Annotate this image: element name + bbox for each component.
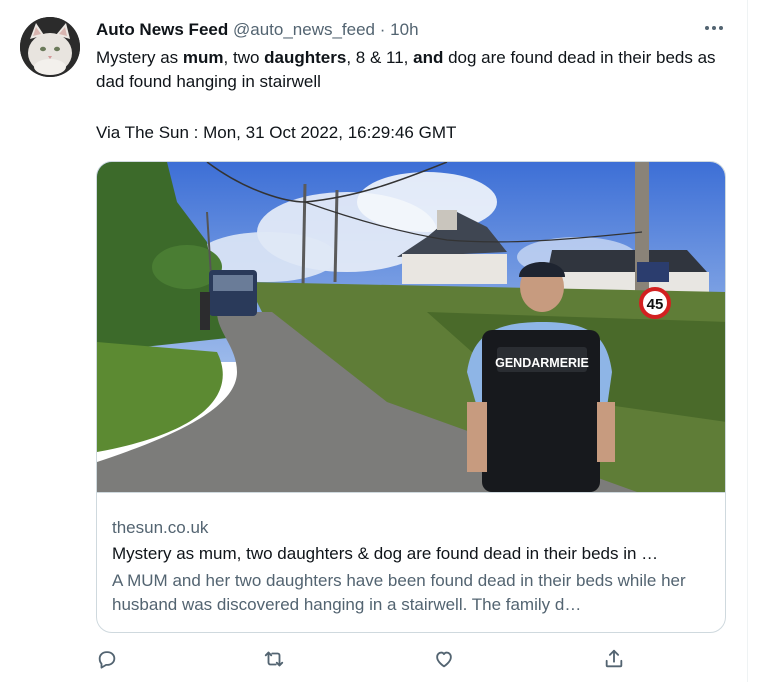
- cat-avatar-image: [20, 17, 80, 77]
- tweet-via-line: Via The Sun : Mon, 31 Oct 2022, 16:29:46…: [96, 123, 457, 142]
- tweet-text-part: Mystery as: [96, 48, 183, 67]
- more-icon[interactable]: [705, 17, 723, 39]
- retweet-icon[interactable]: [263, 648, 287, 672]
- tweet-text-part: , 8 & 11,: [346, 48, 414, 67]
- author-name[interactable]: Auto News Feed: [96, 20, 228, 39]
- tweet-actions: [96, 648, 726, 676]
- share-icon[interactable]: [603, 648, 627, 672]
- reply-icon[interactable]: [96, 648, 120, 672]
- author-handle[interactable]: @auto_news_feed: [233, 20, 375, 39]
- separator-dot: ·: [379, 20, 386, 39]
- like-icon[interactable]: [433, 648, 457, 672]
- tweet[interactable]: Auto News Feed @auto_news_feed · 10h Mys…: [0, 0, 748, 682]
- avatar[interactable]: [20, 17, 80, 77]
- link-card[interactable]: 45 GENDARMERIE thesun.co.uk Mystery as m…: [96, 161, 726, 633]
- card-meta: thesun.co.uk Mystery as mum, two daughte…: [97, 492, 725, 632]
- tweet-text: Mystery as mum, two daughters, 8 & 11, a…: [96, 46, 726, 94]
- card-domain: thesun.co.uk: [112, 518, 209, 537]
- tweet-header: Auto News Feed @auto_news_feed · 10h: [96, 19, 727, 41]
- tweet-text-part: daughters: [264, 48, 347, 67]
- card-image: 45 GENDARMERIE: [97, 162, 725, 492]
- card-description: A MUM and her two daughters have been fo…: [112, 571, 686, 614]
- speed-sign-text: 45: [647, 296, 664, 313]
- vest-label-text: GENDARMERIE: [495, 356, 589, 370]
- tweet-text-part: and: [413, 48, 444, 67]
- card-title: Mystery as mum, two daughters & dog are …: [112, 544, 659, 563]
- tweet-text-part: mum: [182, 48, 224, 67]
- tweet-time[interactable]: 10h: [390, 20, 418, 39]
- tweet-text-part: , two: [223, 48, 265, 67]
